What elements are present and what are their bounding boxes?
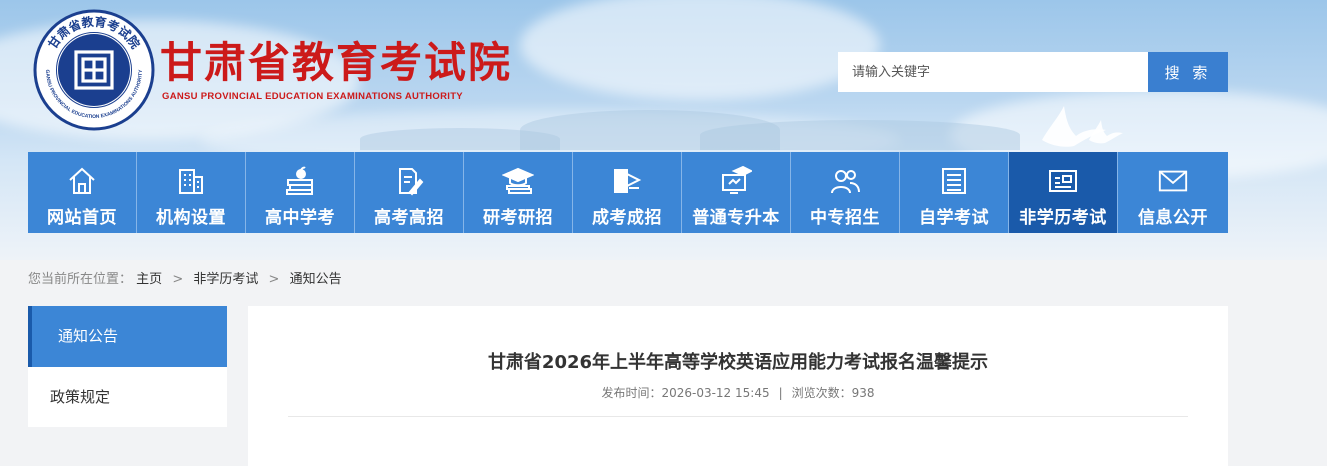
article-divider: [288, 416, 1188, 417]
nav-item-home[interactable]: 网站首页: [28, 152, 137, 233]
mountain-decoration: [700, 120, 1020, 150]
nav-label: 信息公开: [1138, 208, 1208, 228]
breadcrumb-prefix: 您当前所在位置：: [28, 272, 133, 287]
view-count: 938: [851, 386, 875, 400]
nav-item-upgrade-bachelor[interactable]: 普通专升本: [682, 152, 791, 233]
nav-item-adult-exam[interactable]: 成考成招: [573, 152, 682, 233]
nav-item-self-study[interactable]: 自学考试: [900, 152, 1009, 233]
search-input[interactable]: [838, 52, 1148, 92]
nav-label: 研考研招: [483, 208, 553, 228]
nav-label: 非学历考试: [1019, 208, 1107, 228]
nav-item-high-school-exam[interactable]: 高中学考: [246, 152, 355, 233]
site-title[interactable]: 甘肃省教育考试院: [160, 38, 512, 88]
sidebar: 通知公告 政策规定: [28, 306, 227, 427]
mail-icon: [1157, 165, 1189, 197]
sidebar-item-policies[interactable]: 政策规定: [28, 367, 227, 427]
users-icon: [829, 165, 861, 197]
nav-label: 自学考试: [919, 208, 989, 228]
publish-time: 2026-03-12 15:45: [661, 386, 770, 400]
nav-label: 普通专升本: [692, 208, 780, 228]
monitor-cap-icon: [720, 165, 752, 197]
cloud-decoration: [520, 0, 880, 100]
breadcrumb-link-non-degree[interactable]: 非学历考试: [193, 272, 258, 287]
nav-item-vocational[interactable]: 中专招生: [791, 152, 900, 233]
site-subtitle: GANSU PROVINCIAL EDUCATION EXAMINATIONS …: [162, 91, 463, 102]
article-title: 甘肃省2026年上半年高等学校英语应用能力考试报名温馨提示: [487, 352, 989, 373]
nav-label: 高考高招: [374, 208, 444, 228]
breadcrumb-separator: >: [172, 272, 184, 287]
breadcrumb-link-home[interactable]: 主页: [136, 272, 162, 287]
nav-label: 中专招生: [810, 208, 880, 228]
nav-item-info-disclosure[interactable]: 信息公开: [1118, 152, 1228, 233]
home-icon: [66, 165, 98, 197]
building-icon: [175, 165, 207, 197]
book-flag-icon: [611, 165, 643, 197]
breadcrumb-link-notices[interactable]: 通知公告: [290, 272, 342, 287]
nav-item-gaokao[interactable]: 高考高招: [355, 152, 464, 233]
id-card-icon: [1047, 165, 1079, 197]
meta-separator: |: [778, 386, 783, 400]
logo-emblem-icon: [74, 50, 114, 90]
graduation-cap-icon: [502, 165, 534, 197]
document-lines-icon: [938, 165, 970, 197]
search-button[interactable]: 搜 索: [1148, 52, 1228, 92]
view-count-label: 浏览次数：: [791, 386, 852, 400]
nav-label: 成考成招: [592, 208, 662, 228]
nav-label: 机构设置: [156, 208, 226, 228]
breadcrumb: 您当前所在位置： 主页 > 非学历考试 > 通知公告: [28, 268, 342, 287]
document-pen-icon: [393, 165, 425, 197]
authority-logo[interactable]: 甘肃省教育考试院 GANSU PROVINCIAL EDUCATION EXAM…: [33, 9, 155, 131]
breadcrumb-separator: >: [268, 272, 280, 287]
nav-label: 网站首页: [47, 208, 117, 228]
main-nav: 网站首页 机构设置 高中学考 高考高招 研考研招 成考成招 普通专升本 中专招生…: [28, 152, 1228, 233]
books-apple-icon: [284, 165, 316, 197]
nav-label: 高中学考: [265, 208, 335, 228]
publish-time-label: 发布时间：: [601, 386, 662, 400]
article-panel: 甘肃省2026年上半年高等学校英语应用能力考试报名温馨提示 发布时间：2026-…: [248, 306, 1228, 466]
mountain-decoration: [360, 128, 560, 150]
nav-item-postgrad[interactable]: 研考研招: [464, 152, 573, 233]
article-meta: 发布时间：2026-03-12 15:45 | 浏览次数：938: [248, 384, 1228, 401]
nav-item-non-degree[interactable]: 非学历考试: [1009, 152, 1118, 233]
dove-decoration-icon: [1089, 120, 1123, 144]
sidebar-item-notices[interactable]: 通知公告: [28, 306, 227, 367]
nav-item-organization[interactable]: 机构设置: [137, 152, 246, 233]
